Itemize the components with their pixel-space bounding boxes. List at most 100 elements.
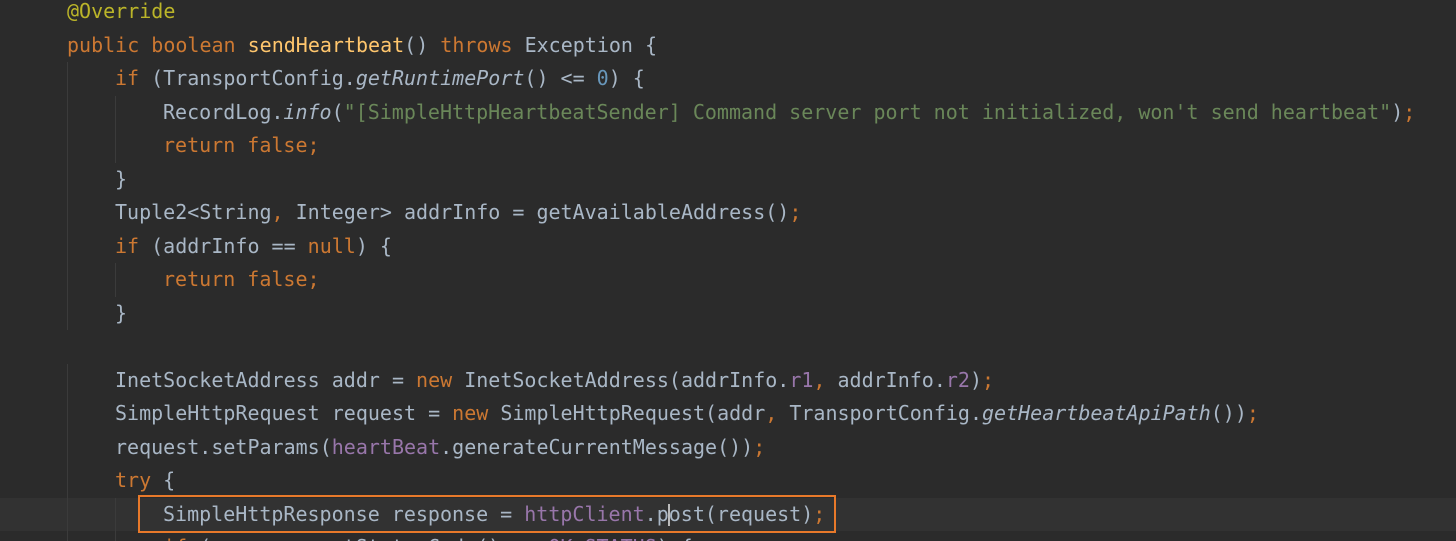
code-token-keyword: throws xyxy=(440,32,525,57)
code-line[interactable]: return false; xyxy=(0,263,1456,297)
code-token-keyword: null xyxy=(307,233,356,258)
code-token-annotation: @Override xyxy=(67,0,176,23)
code-token-punct: ; xyxy=(753,434,766,459)
indent-guide xyxy=(67,397,68,431)
code-line[interactable]: try { xyxy=(0,464,1456,498)
code-token-field: OK_STATUS xyxy=(548,535,656,541)
code-token-plain: ost(request) xyxy=(668,501,814,526)
indent-guide xyxy=(67,531,68,541)
code-line[interactable]: public boolean sendHeartbeat() throws Ex… xyxy=(0,29,1456,63)
code-line[interactable]: } xyxy=(0,162,1456,197)
indent-guide xyxy=(115,497,116,531)
code-token-punct: ; xyxy=(789,200,802,224)
code-text: try { xyxy=(115,464,175,498)
code-token-plain: ( xyxy=(331,99,344,124)
code-text: if (TransportConfig.getRuntimePort() <= … xyxy=(115,62,645,96)
code-text: } xyxy=(115,297,127,331)
code-token-punct: ; xyxy=(982,367,995,392)
code-token-string: "[SimpleHttpHeartbeatSender] Command ser… xyxy=(343,99,1392,124)
code-token-plain: ) xyxy=(1391,99,1404,124)
code-token-plain: (TransportConfig. xyxy=(151,66,356,90)
code-token-keyword: new xyxy=(416,367,465,392)
code-token-plain: RecordLog. xyxy=(163,99,284,124)
code-text: InetSocketAddress addr = new InetSocketA… xyxy=(115,364,994,398)
code-token-field: r2 xyxy=(945,367,970,392)
code-token-keyword: if xyxy=(115,233,152,258)
code-line[interactable]: } xyxy=(0,296,1456,331)
code-line[interactable]: RecordLog.info("[SimpleHttpHeartbeatSend… xyxy=(0,95,1456,130)
code-text: if (response.getStatusCode() == OK_STATU… xyxy=(163,531,693,541)
code-line[interactable]: SimpleHttpRequest request = new SimpleHt… xyxy=(0,397,1456,431)
code-token-plain: ()) xyxy=(1210,401,1247,425)
indent-guide xyxy=(67,162,68,196)
indent-guide xyxy=(115,531,116,541)
code-line[interactable]: if (addrInfo == null) { xyxy=(0,229,1456,263)
code-text: return false; xyxy=(163,129,320,163)
code-token-punct: , xyxy=(765,401,790,425)
indent-guide xyxy=(115,129,116,163)
code-token-number: 0 xyxy=(596,66,609,90)
code-line[interactable] xyxy=(0,330,1456,364)
code-token-plain: .p xyxy=(644,501,669,526)
indent-guide xyxy=(115,95,116,129)
code-text: return false; xyxy=(163,263,320,297)
code-token-plain: SimpleHttpRequest(addr xyxy=(500,401,766,425)
code-token-punct: , xyxy=(813,367,838,392)
indent-guide xyxy=(67,497,68,531)
code-token-static: info xyxy=(283,99,332,124)
code-token-plain: (response.getStatusCode() == xyxy=(199,535,548,541)
code-token-keyword: return false; xyxy=(163,267,320,291)
code-token-keyword: public boolean xyxy=(67,32,248,57)
indent-guide xyxy=(67,62,68,96)
code-line[interactable]: @Override xyxy=(0,0,1456,29)
indent-guide xyxy=(67,196,68,230)
indent-guide xyxy=(67,129,68,163)
code-text: Tuple2<String, Integer> addrInfo = getAv… xyxy=(115,196,801,230)
code-token-keyword: if xyxy=(163,535,199,541)
code-token-punct: ; xyxy=(1403,99,1416,124)
code-line[interactable]: Tuple2<String, Integer> addrInfo = getAv… xyxy=(0,196,1456,230)
code-line[interactable]: SimpleHttpResponse response = httpClient… xyxy=(0,497,1456,531)
indent-guide xyxy=(67,95,68,129)
code-token-keyword: try xyxy=(115,468,164,492)
code-line[interactable]: InetSocketAddress addr = new InetSocketA… xyxy=(0,363,1456,398)
code-token-plain: () xyxy=(404,32,441,57)
indent-guide xyxy=(67,430,68,464)
code-token-plain: { xyxy=(163,468,176,492)
code-token-plain: } xyxy=(115,166,128,191)
code-token-plain: Integer> addrInfo = getAvailableAddress(… xyxy=(295,200,790,224)
indent-guide xyxy=(67,263,68,297)
code-token-field: httpClient xyxy=(524,501,645,526)
code-token-plain: (addrInfo == xyxy=(151,233,308,258)
code-token-punct: ; xyxy=(813,501,826,526)
code-line[interactable]: if (TransportConfig.getRuntimePort() <= … xyxy=(0,62,1456,96)
code-token-punct: ; xyxy=(1246,401,1259,425)
code-token-field: r1 xyxy=(789,367,814,392)
code-line[interactable]: return false; xyxy=(0,129,1456,163)
code-token-plain: addrInfo. xyxy=(837,367,946,392)
indent-guide xyxy=(67,229,68,263)
code-text: request.setParams(heartBeat.generateCurr… xyxy=(115,431,765,465)
code-editor[interactable]: if (response.getStatusCode() == OK_STATU… xyxy=(0,0,1456,541)
indent-guide xyxy=(67,363,68,397)
code-text: RecordLog.info("[SimpleHttpHeartbeatSend… xyxy=(163,96,1415,130)
code-token-plain: InetSocketAddress(addrInfo. xyxy=(464,367,790,392)
code-text: } xyxy=(115,163,127,197)
code-line[interactable]: if (response.getStatusCode() == OK_STATU… xyxy=(0,531,1456,541)
code-token-plain: ) xyxy=(969,367,983,392)
code-token-method-decl: sendHeartbeat xyxy=(247,32,405,57)
code-token-punct: , xyxy=(271,200,296,224)
code-text: @Override xyxy=(67,0,175,29)
code-token-field: heartBeat xyxy=(331,434,441,459)
code-token-plain: Exception { xyxy=(524,32,658,57)
code-token-plain: Tuple2<String xyxy=(115,200,272,224)
code-line[interactable]: request.setParams(heartBeat.generateCurr… xyxy=(0,430,1456,465)
code-token-plain: TransportConfig. xyxy=(789,401,982,425)
code-token-static: getRuntimePort xyxy=(355,66,525,90)
code-token-plain: InetSocketAddress addr = xyxy=(115,367,417,392)
code-token-plain: ) { xyxy=(657,535,693,541)
code-token-plain: ) { xyxy=(608,66,645,90)
code-text: public boolean sendHeartbeat() throws Ex… xyxy=(67,29,657,63)
code-token-plain: .generateCurrentMessage()) xyxy=(440,434,754,459)
code-token-keyword: return false; xyxy=(163,133,320,157)
